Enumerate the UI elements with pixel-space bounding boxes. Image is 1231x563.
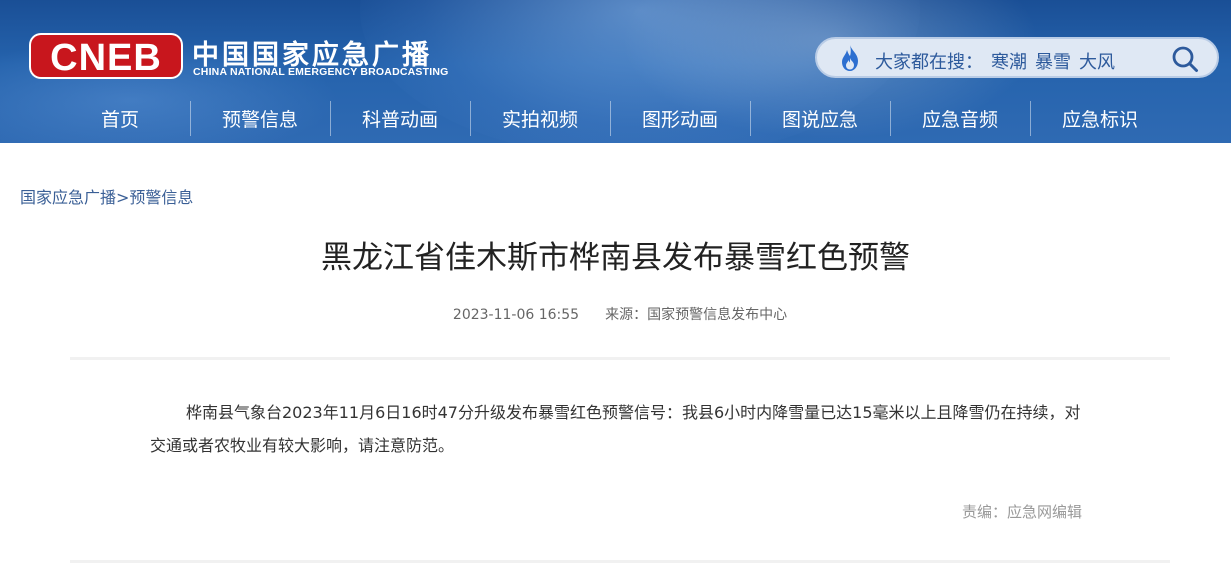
nav-item-emergency-audio[interactable]: 应急音频: [890, 100, 1030, 137]
article-datetime: 2023-11-06 16:55: [452, 307, 580, 323]
search-box[interactable]: 大家都在搜： 寒潮 暴雪 大风: [815, 37, 1219, 78]
search-hot-keywords: 大家都在搜： 寒潮 暴雪 大风: [875, 48, 1115, 74]
editor-name: 应急网编辑: [1007, 503, 1083, 521]
article-source: 国家预警信息发布中心: [647, 307, 788, 323]
editor-label: 责编：: [962, 503, 1008, 521]
divider: [70, 357, 1170, 360]
search-keyword[interactable]: 大风: [1079, 52, 1115, 73]
nav-item-illustrated-emergency[interactable]: 图说应急: [750, 100, 890, 137]
source-label: 来源：: [605, 307, 648, 323]
nav-item-live-video[interactable]: 实拍视频: [470, 100, 610, 137]
nav-item-home[interactable]: 首页: [50, 100, 190, 137]
nav-item-emergency-signs[interactable]: 应急标识: [1030, 100, 1170, 137]
breadcrumb-home-link[interactable]: 国家应急广播: [20, 188, 116, 207]
flame-icon: [842, 45, 858, 71]
nav-item-graphic-animation[interactable]: 图形动画: [610, 100, 750, 137]
site-header: CNEB 中国国家应急广播 CHINA NATIONAL EMERGENCY B…: [0, 0, 1231, 143]
breadcrumb-separator: >: [116, 188, 130, 207]
breadcrumb-current-link[interactable]: 预警信息: [129, 188, 193, 207]
article-editor: 责编：应急网编辑: [962, 501, 1082, 522]
article-title: 黑龙江省佳木斯市桦南县发布暴雪红色预警: [321, 240, 910, 276]
logo-english-name: CHINA NATIONAL EMERGENCY BROADCASTING: [193, 66, 449, 78]
article-body: 桦南县气象台2023年11月6日16时47分升级发布暴雪红色预警信号：我县6小时…: [150, 403, 1081, 455]
logo-mark-text: CNEB: [50, 37, 162, 79]
nav-item-science-animation[interactable]: 科普动画: [330, 100, 470, 137]
article-meta: 2023-11-06 16:55 来源：国家预警信息发布中心: [0, 304, 1231, 324]
cneb-logo-mark: CNEB: [29, 33, 183, 79]
breadcrumb: 国家应急广播>预警信息: [20, 184, 193, 208]
main-nav: 首页 预警信息 科普动画 实拍视频 图形动画 图说应急 应急音频 应急标识: [50, 100, 1170, 137]
search-prefix: 大家都在搜：: [875, 52, 983, 73]
search-keyword[interactable]: 暴雪: [1035, 52, 1071, 73]
search-icon[interactable]: [1171, 45, 1199, 73]
search-keyword[interactable]: 寒潮: [991, 52, 1027, 73]
site-logo[interactable]: CNEB 中国国家应急广播 CHINA NATIONAL EMERGENCY B…: [26, 30, 456, 82]
nav-item-warning-info[interactable]: 预警信息: [190, 100, 330, 137]
